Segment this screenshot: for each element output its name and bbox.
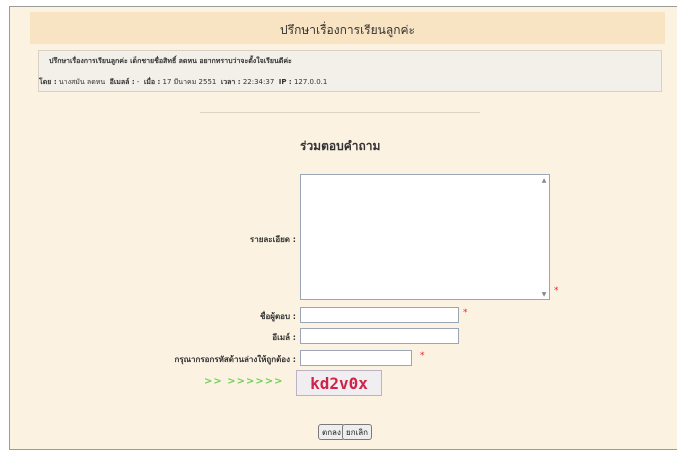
ip-value: 127.0.0.1 <box>293 78 328 86</box>
email-label: อีเมล์ : <box>272 333 296 342</box>
captcha-code: kd2v0x <box>310 373 368 393</box>
name-required-mark: * <box>463 308 468 318</box>
cancel-button[interactable]: ยกเลิก <box>342 424 373 440</box>
author-label: โดย : <box>39 78 57 86</box>
captcha-label: กรุณากรอกรหัสด้านล่างให้ถูกต้อง : <box>174 355 296 364</box>
detail-required-mark: * <box>554 286 559 296</box>
time-value: 22:34:37 <box>242 78 275 86</box>
page-title: ปรึกษาเรื่องการเรียนลูกค่ะ <box>280 23 415 37</box>
reply-form-title: ร่วมตอบคำถาม <box>300 139 381 153</box>
submit-button[interactable]: ตกลง <box>318 424 345 440</box>
captcha-image: kd2v0x <box>296 370 382 396</box>
date-label: เมื่อ : <box>143 78 161 86</box>
name-label: ชื่อผู้ตอบ : <box>260 312 296 321</box>
date-value: 17 มีนาคม 2551 <box>162 78 217 86</box>
question-post: ปรึกษาเรื่องการเรียนลูกค่ะ เด็กชายชื่อสิ… <box>38 50 662 92</box>
page-header: ปรึกษาเรื่องการเรียนลูกค่ะ <box>30 12 665 44</box>
ip-label: IP : <box>278 78 292 86</box>
author-name: นางสมัน ลดหน <box>58 78 106 86</box>
email-value: - <box>136 78 140 86</box>
detail-label: รายละเอียด : <box>249 235 296 244</box>
captcha-prefix: >> >>>>>> <box>204 376 284 387</box>
scroll-up-icon[interactable]: ▲ <box>540 176 548 184</box>
post-title: ปรึกษาเรื่องการเรียนลูกค่ะ เด็กชายชื่อสิ… <box>49 57 292 65</box>
time-label: เวลา : <box>220 78 241 86</box>
detail-textarea[interactable]: ▲ ▼ <box>300 174 550 300</box>
email-label: อีเมลล์ : <box>109 78 135 86</box>
scroll-down-icon[interactable]: ▼ <box>540 290 548 298</box>
captcha-prefix-arrows: >> >>>>>> <box>204 376 284 387</box>
name-input[interactable] <box>300 307 459 323</box>
captcha-input[interactable] <box>300 350 412 366</box>
email-input[interactable] <box>300 328 459 344</box>
post-meta: โดย : นางสมัน ลดหน อีเมลล์ : - เมื่อ : 1… <box>39 77 327 88</box>
captcha-required-mark: * <box>420 351 425 361</box>
section-divider <box>200 112 480 113</box>
